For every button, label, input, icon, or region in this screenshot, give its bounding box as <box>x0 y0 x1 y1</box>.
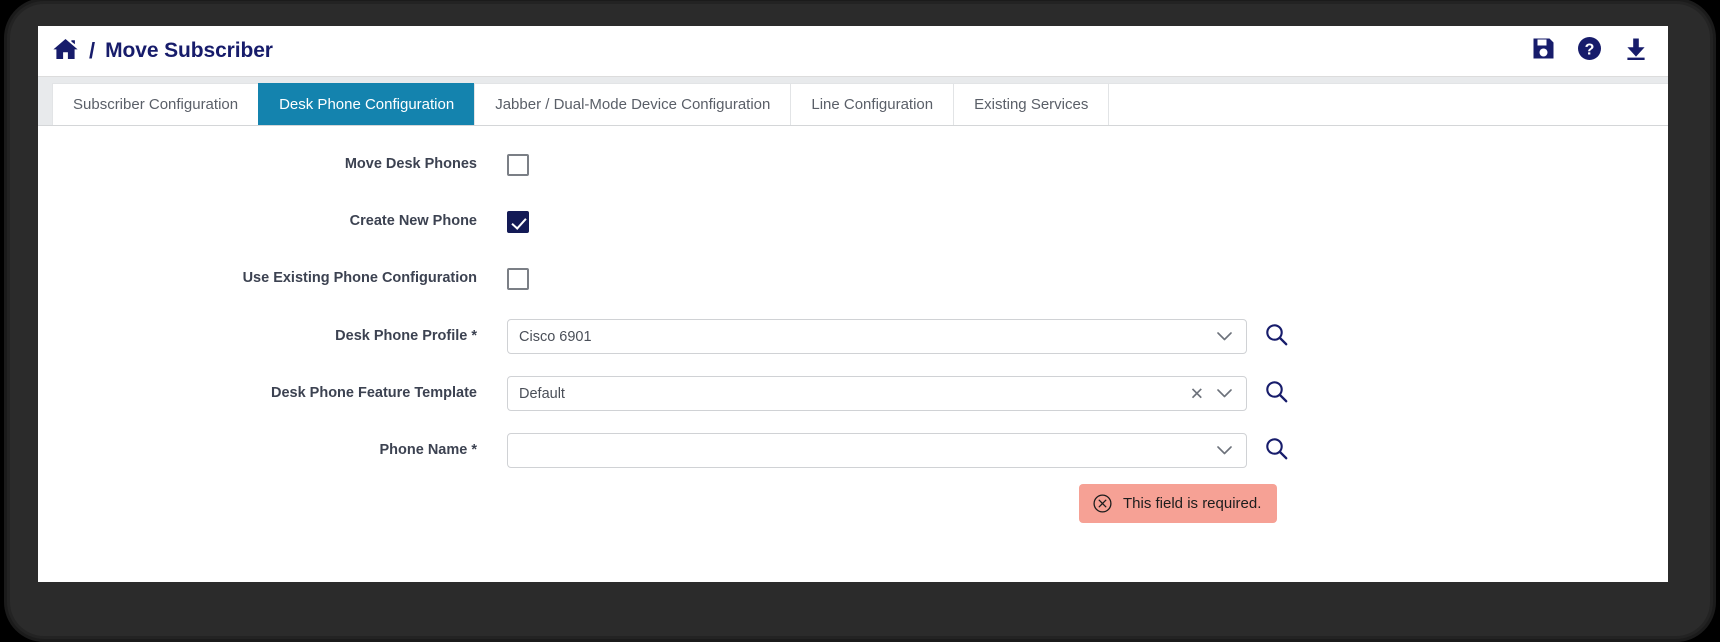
select-value: Cisco 6901 <box>519 328 592 345</box>
desk-phone-configuration-form: Move Desk Phones Create New Phone Use Ex… <box>38 126 1668 581</box>
home-icon[interactable] <box>52 37 79 66</box>
search-icon[interactable] <box>1264 322 1289 352</box>
error-text: This field is required. <box>1123 495 1262 512</box>
chevron-down-icon[interactable] <box>1217 329 1232 345</box>
field-label: Move Desk Phones <box>344 156 477 173</box>
search-icon[interactable] <box>1264 379 1289 409</box>
field-desk-phone-feature-template: Desk Phone Feature Template Default ✕ <box>38 376 1668 411</box>
tab-label: Jabber / Dual-Mode Device Configuration <box>495 96 771 113</box>
field-label: Use Existing Phone Configuration <box>242 270 477 287</box>
app-panel: / Move Subscriber ? Subscriber Configura… <box>38 26 1668 582</box>
device-bezel: / Move Subscriber ? Subscriber Configura… <box>10 4 1710 636</box>
field-label: Phone Name * <box>379 441 478 458</box>
field-phone-name: Phone Name * <box>38 433 1668 468</box>
breadcrumb: / Move Subscriber <box>52 37 273 66</box>
create-new-phone-checkbox[interactable] <box>507 211 529 233</box>
tab-bar: Subscriber Configuration Desk Phone Conf… <box>38 77 1668 126</box>
tab-label: Subscriber Configuration <box>73 96 239 113</box>
header-actions: ? <box>1532 26 1648 76</box>
desk-phone-feature-template-select[interactable]: Default ✕ <box>507 376 1247 411</box>
svg-text:?: ? <box>1585 41 1595 58</box>
desk-phone-profile-select[interactable]: Cisco 6901 <box>507 319 1247 354</box>
error-circle-icon <box>1093 494 1112 513</box>
tab-line-configuration[interactable]: Line Configuration <box>790 83 955 125</box>
tab-bar-filler <box>1108 83 1668 125</box>
field-label: Create New Phone <box>349 213 477 230</box>
app-header: / Move Subscriber ? <box>38 26 1668 77</box>
field-label: Desk Phone Profile * <box>335 327 477 344</box>
use-existing-phone-configuration-checkbox[interactable] <box>507 268 529 290</box>
chevron-down-icon[interactable] <box>1217 443 1232 459</box>
tab-existing-services[interactable]: Existing Services <box>953 83 1110 125</box>
tab-label: Desk Phone Configuration <box>279 96 455 113</box>
field-create-new-phone: Create New Phone <box>38 205 1668 239</box>
tab-label: Line Configuration <box>811 96 934 113</box>
tab-jabber-dual-mode-device-configuration[interactable]: Jabber / Dual-Mode Device Configuration <box>474 83 792 125</box>
field-label: Desk Phone Feature Template <box>270 384 477 401</box>
field-use-existing-phone-configuration: Use Existing Phone Configuration <box>38 262 1668 296</box>
move-desk-phones-checkbox[interactable] <box>507 154 529 176</box>
field-desk-phone-profile: Desk Phone Profile * Cisco 6901 <box>38 319 1668 354</box>
tab-desk-phone-configuration[interactable]: Desk Phone Configuration <box>258 83 476 125</box>
select-value: Default <box>519 385 565 402</box>
phone-name-select[interactable] <box>507 433 1247 468</box>
clear-icon[interactable]: ✕ <box>1190 385 1204 402</box>
field-move-desk-phones: Move Desk Phones <box>38 148 1668 182</box>
validation-error-message: This field is required. <box>1079 484 1278 523</box>
search-icon[interactable] <box>1264 436 1289 466</box>
save-icon[interactable] <box>1532 37 1555 65</box>
page-title: Move Subscriber <box>105 39 273 62</box>
tab-label: Existing Services <box>974 96 1089 113</box>
chevron-down-icon[interactable] <box>1217 386 1232 402</box>
help-icon[interactable]: ? <box>1577 36 1602 66</box>
breadcrumb-separator: / <box>89 38 96 63</box>
tab-subscriber-configuration[interactable]: Subscriber Configuration <box>52 83 260 125</box>
validation-error-row: This field is required. <box>38 484 1668 523</box>
download-icon[interactable] <box>1624 37 1648 66</box>
